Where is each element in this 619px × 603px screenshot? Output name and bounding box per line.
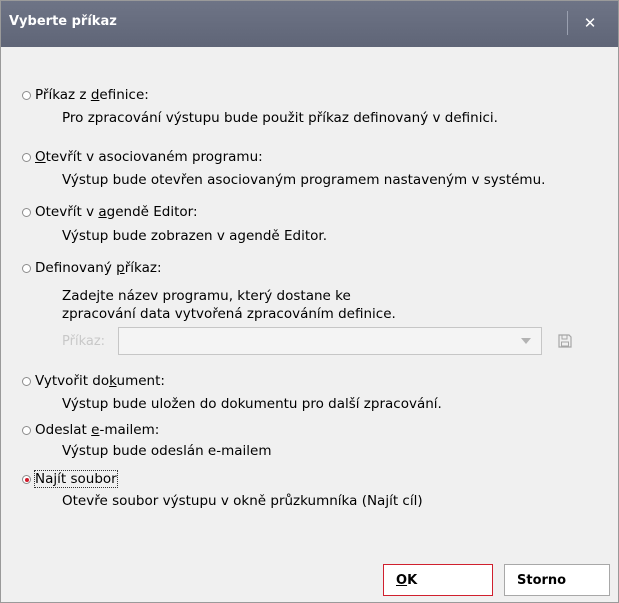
select-command-dialog: Vyberte příkaz ✕ Příkaz z definice: Pro …	[0, 0, 619, 603]
option-label-post: efinice:	[99, 87, 149, 103]
option-from-definition[interactable]: Příkaz z definice:	[22, 87, 149, 103]
option-description: Pro zpracování výstupu bude použit příka…	[62, 110, 498, 126]
option-description: Zadejte název programu, který dostane ke	[62, 288, 351, 304]
close-icon: ✕	[583, 14, 597, 32]
ok-label: K	[407, 572, 418, 588]
option-label-accesskey: k	[109, 373, 117, 389]
option-label-post: -mailem:	[99, 422, 160, 438]
option-label-pre: Odeslat	[35, 422, 92, 438]
close-button[interactable]: ✕	[567, 11, 612, 35]
radio-editor[interactable]	[22, 208, 31, 217]
command-label: Příkaz:	[62, 334, 106, 349]
option-label-post: ument:	[116, 373, 165, 389]
cancel-label: Storno	[517, 572, 567, 588]
chevron-down-icon	[521, 338, 531, 344]
save-icon[interactable]	[557, 333, 573, 349]
option-associated-program[interactable]: Otevřít v asociovaném programu:	[22, 149, 263, 165]
ok-accesskey: O	[396, 572, 408, 588]
cancel-button[interactable]: Storno	[504, 564, 610, 596]
option-label-post: říkaz:	[124, 260, 162, 276]
option-label-accesskey: O	[35, 149, 46, 165]
radio-defined-command[interactable]	[22, 264, 31, 273]
option-label-accesskey: p	[116, 260, 125, 276]
title-bar: Vyberte příkaz ✕	[1, 1, 618, 47]
option-description: Výstup bude odeslán e-mailem	[62, 443, 272, 459]
option-description: Výstup bude zobrazen v agendě Editor.	[62, 228, 328, 244]
command-select[interactable]	[118, 327, 542, 355]
radio-find-file[interactable]	[22, 475, 31, 484]
option-label-post: ít soubor	[57, 471, 117, 487]
radio-create-document[interactable]	[22, 377, 31, 386]
option-label-accesskey: a	[98, 204, 107, 220]
option-create-document[interactable]: Vytvořit dokument:	[22, 373, 165, 389]
option-send-email[interactable]: Odeslat e-mailem:	[22, 422, 160, 438]
option-description: Výstup bude otevřen asociovaným programe…	[62, 172, 546, 188]
ok-button[interactable]: OK	[383, 564, 493, 596]
option-label-pre: Příkaz z	[35, 87, 91, 103]
option-label-pre: Definovaný	[35, 260, 117, 276]
dialog-title: Vyberte příkaz	[9, 14, 117, 29]
option-find-file[interactable]: Najít soubor	[22, 470, 118, 488]
option-label-post: tevřít v asociovaném programu:	[45, 149, 263, 165]
option-label-focus: Najít soubor	[34, 470, 118, 488]
option-label-post: gendě Editor:	[106, 204, 198, 220]
option-description: Výstup bude uložen do dokumentu pro dalš…	[62, 396, 442, 412]
option-editor[interactable]: Otevřít v agendě Editor:	[22, 204, 198, 220]
option-label-pre: Otevřít v	[35, 204, 99, 220]
option-description: Otevře soubor výstupu v okně průzkumníka…	[62, 493, 423, 509]
option-label-pre: Vytvořit do	[35, 373, 110, 389]
option-description: zpracování data vytvořená zpracováním de…	[62, 306, 396, 322]
radio-from-definition[interactable]	[22, 91, 31, 100]
radio-associated-program[interactable]	[22, 153, 31, 162]
option-defined-command[interactable]: Definovaný příkaz:	[22, 260, 162, 276]
radio-send-email[interactable]	[22, 426, 31, 435]
option-label-pre: Na	[35, 471, 54, 487]
